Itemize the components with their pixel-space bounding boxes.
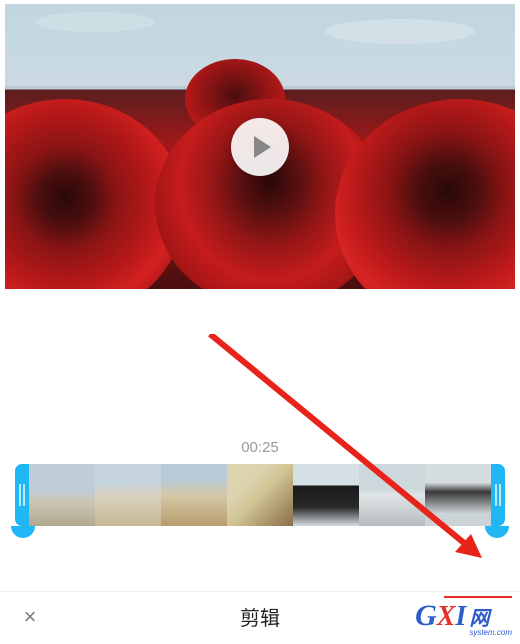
watermark-line <box>444 596 512 598</box>
cloud <box>325 19 475 44</box>
watermark-x: X <box>437 601 456 633</box>
time-label: 00:25 <box>0 439 520 456</box>
frame-thumbnail <box>29 464 95 526</box>
video-preview <box>5 4 515 289</box>
frame-thumbnail <box>425 464 491 526</box>
trim-handle-right[interactable] <box>491 464 505 526</box>
trim-handle-left[interactable] <box>15 464 29 526</box>
watermark-g: G <box>415 599 437 633</box>
frame-thumbnail <box>95 464 161 526</box>
frame-thumbnail <box>359 464 425 526</box>
editor-panel: 00:25 <box>0 439 520 526</box>
play-button[interactable] <box>231 118 289 176</box>
timeline[interactable] <box>15 464 505 526</box>
trim-knob-right[interactable] <box>485 526 509 538</box>
watermark-text: 网 <box>469 609 512 629</box>
cloud <box>35 12 155 32</box>
timeline-frames[interactable] <box>29 464 491 526</box>
frame-thumbnail <box>161 464 227 526</box>
watermark-i: I <box>455 601 466 633</box>
frame-thumbnail <box>227 464 293 526</box>
watermark-domain: system.com <box>469 629 512 637</box>
rose-image <box>335 99 515 289</box>
watermark: G X I 网 system.com <box>415 599 512 637</box>
play-icon <box>254 136 271 158</box>
frame-thumbnail <box>293 464 359 526</box>
trim-knob-left[interactable] <box>11 526 35 538</box>
